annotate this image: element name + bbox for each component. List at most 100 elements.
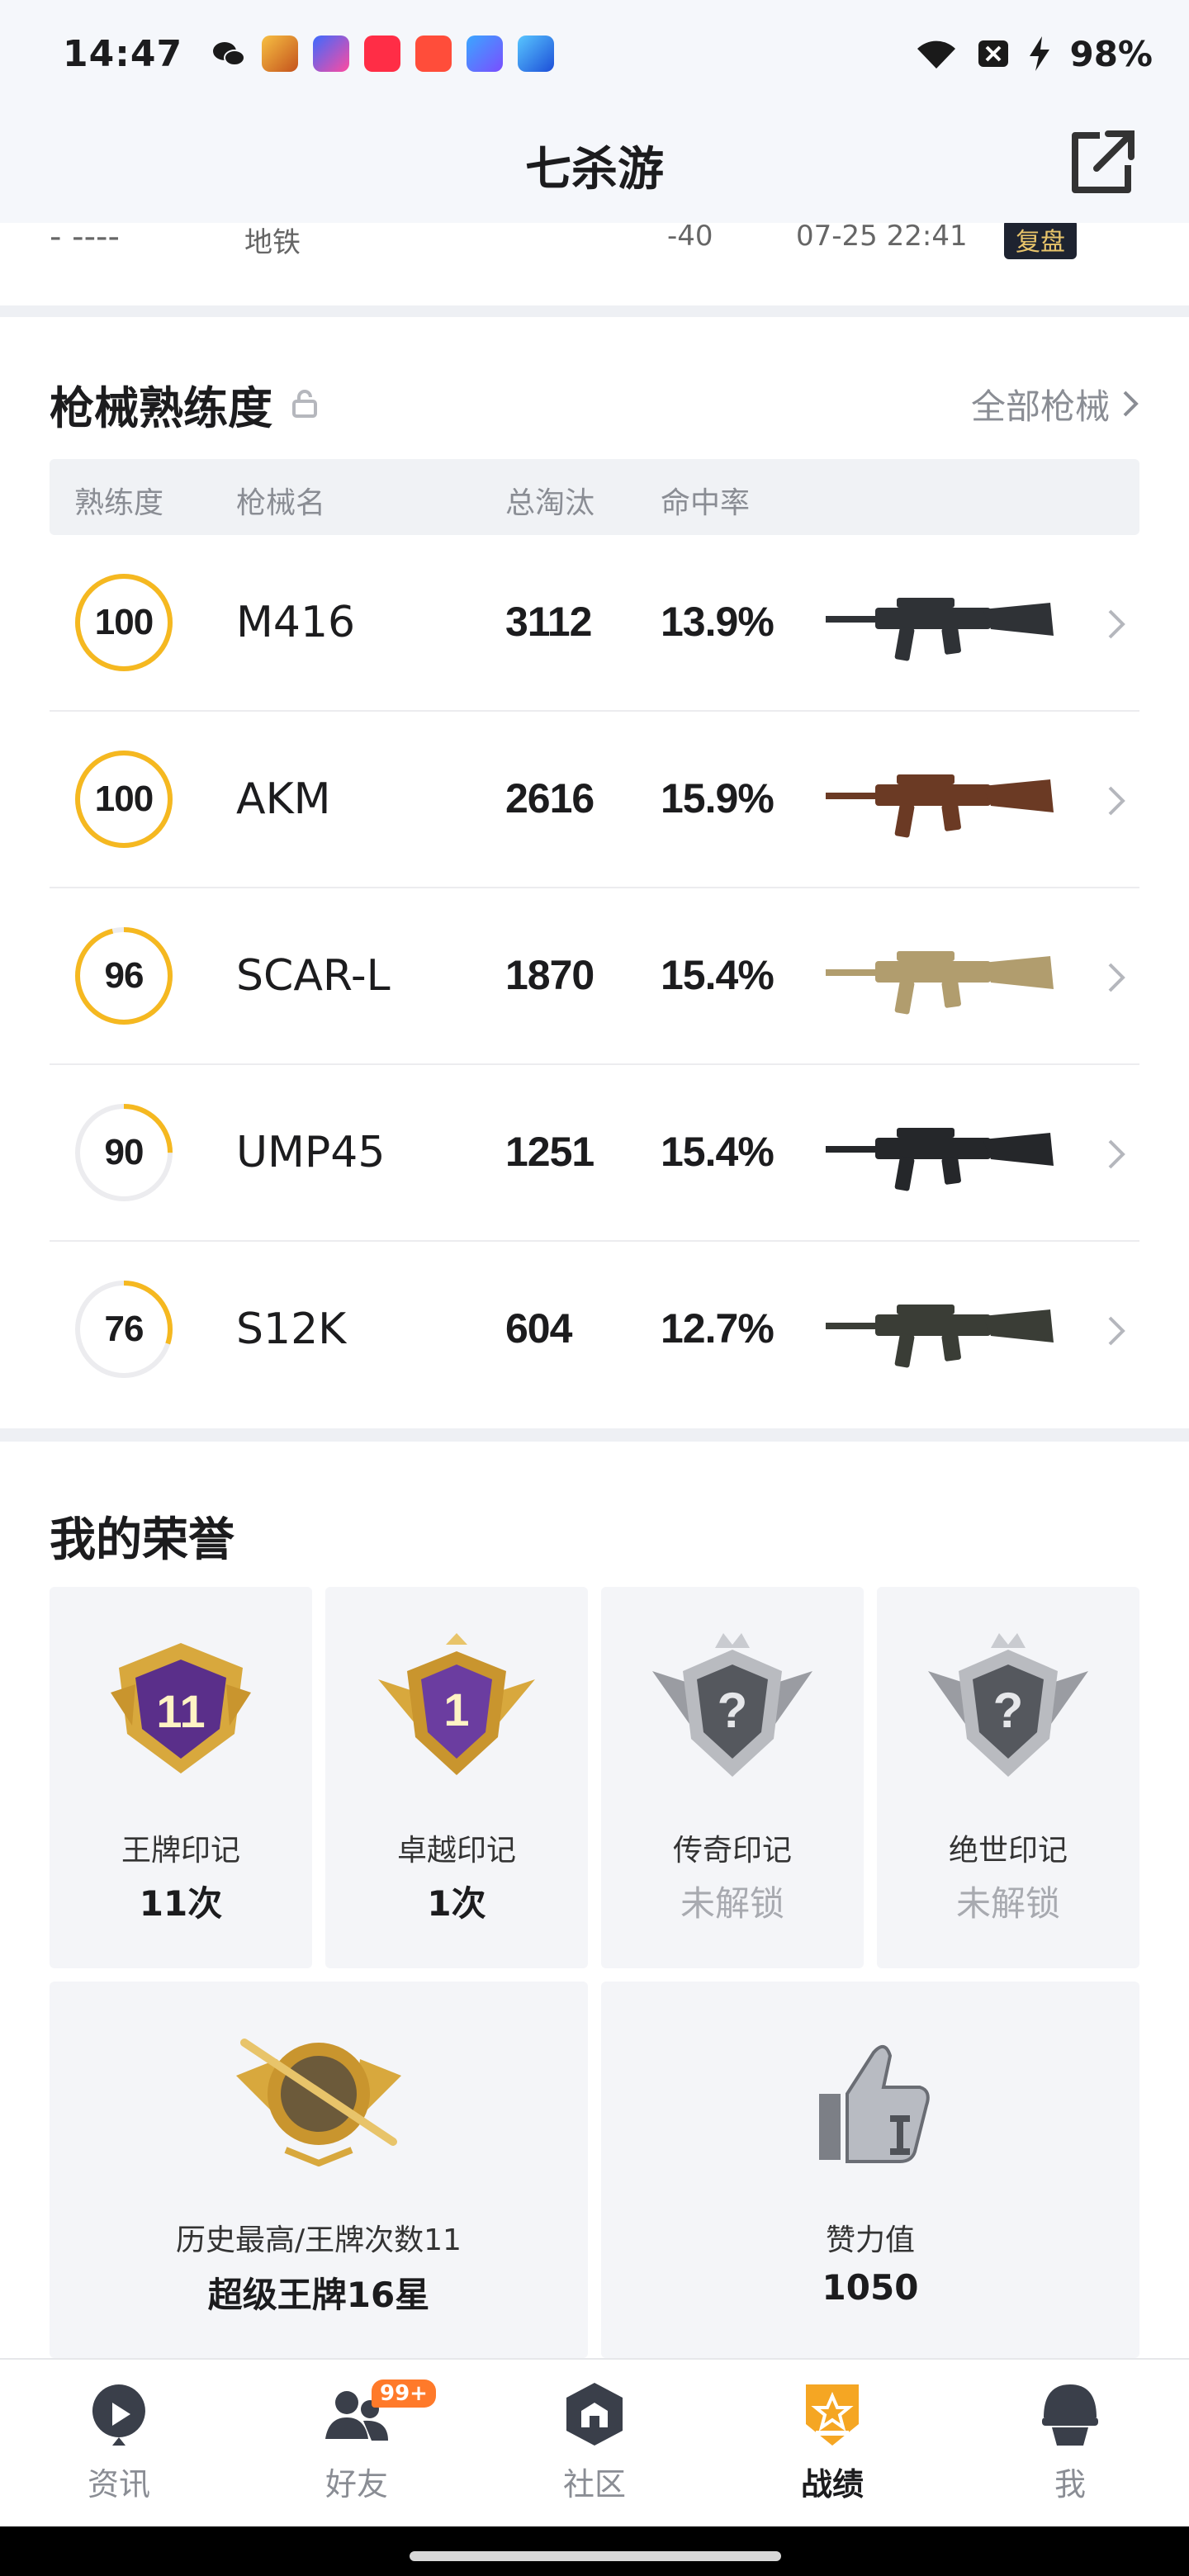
weapon-row[interactable]: 76 S12K 604 12.7%	[50, 1242, 1139, 1418]
weapon-kills: 1251	[505, 1129, 594, 1175]
app-icon-2	[313, 36, 350, 72]
chevron-right-icon	[1108, 786, 1125, 816]
mastery-value: 90	[104, 1132, 144, 1172]
community-icon	[566, 2383, 623, 2446]
honor-name: 赞力值	[825, 2223, 915, 2257]
weapon-image-icon	[826, 598, 1054, 661]
svg-text:?: ?	[993, 1683, 1024, 1738]
honor-highest-rank[interactable]: 历史最高/王牌次数11 超级王牌16星	[50, 1982, 588, 2358]
game-icon-1	[467, 36, 504, 72]
honor-value: 11次	[139, 1883, 223, 1924]
honor-name: 传奇印记	[672, 1834, 792, 1868]
all-weapons-label: 全部枪械	[970, 386, 1110, 427]
match-time: 07-25 22:41	[796, 223, 968, 253]
weapon-image-icon	[826, 1128, 1054, 1191]
rank-emblem-icon	[236, 2039, 401, 2166]
weapon-image-icon	[826, 1305, 1054, 1368]
honor-value: 1次	[427, 1883, 486, 1924]
honor-name: 历史最高/王牌次数11	[176, 2223, 462, 2257]
chevron-right-icon	[1108, 1139, 1125, 1169]
sim-off-icon	[978, 40, 1009, 67]
weapon-name: S12K	[236, 1305, 347, 1354]
honor-name: 绝世印记	[948, 1834, 1068, 1868]
weapon-kills: 604	[505, 1305, 572, 1352]
nav-label: 战绩	[800, 2466, 864, 2503]
honor-value: 超级王牌16星	[207, 2275, 430, 2315]
svg-text:?: ?	[718, 1683, 748, 1738]
weapon-image-icon	[826, 951, 1054, 1015]
replay-badge[interactable]: 复盘	[1004, 223, 1077, 259]
thumbs-up-icon	[819, 2045, 930, 2163]
charging-icon	[1030, 36, 1050, 71]
share-icon[interactable]	[1063, 125, 1139, 201]
all-weapons-link[interactable]: 全部枪械	[971, 379, 1139, 429]
mastery-value: 100	[94, 779, 154, 819]
nav-community[interactable]: 社区	[512, 2379, 677, 2520]
honor-value: 未解锁	[955, 1883, 1060, 1924]
rank-dashes: - ----	[50, 223, 120, 256]
svg-text:11: 11	[156, 1685, 205, 1737]
weapon-accuracy: 15.9%	[661, 775, 775, 822]
friends-badge: 99+	[372, 2379, 436, 2408]
partial-match-row[interactable]: - ---- 地铁 -40 07-25 22:41 复盘	[0, 223, 1189, 305]
weapon-kills: 3112	[505, 599, 592, 645]
weapon-accuracy: 12.7%	[661, 1305, 775, 1352]
lock-icon	[292, 390, 317, 418]
nav-label: 我	[1054, 2466, 1086, 2503]
honor-ace-mark[interactable]: 11 王牌印记 11次	[50, 1587, 312, 1968]
nav-profile[interactable]: 我	[988, 2379, 1153, 2520]
honor-name: 卓越印记	[396, 1834, 516, 1868]
weapon-name: AKM	[236, 774, 331, 824]
chevron-right-icon	[1108, 1316, 1125, 1346]
ace-emblem-icon: 11	[111, 1643, 251, 1773]
weapon-kills: 2616	[505, 775, 594, 822]
weapon-row[interactable]: 96 SCAR-L 1870 15.4%	[50, 888, 1139, 1065]
honor-name: 王牌印记	[121, 1834, 240, 1868]
weapon-row[interactable]: 100 AKM 2616 15.9%	[50, 712, 1139, 888]
weapon-name: M416	[236, 598, 356, 647]
match-score: -40	[667, 223, 713, 253]
honors-title: 我的荣誉	[50, 1513, 234, 1567]
match-row: - ---- 地铁 -40 07-25 22:41 复盘	[0, 223, 1189, 289]
nav-friends[interactable]: 99+ 好友	[274, 2379, 439, 2520]
col-accuracy: 命中率	[661, 486, 751, 520]
nav-news[interactable]: 资讯	[36, 2379, 201, 2520]
game-icon-2	[518, 36, 555, 72]
wechat-icon	[213, 42, 246, 66]
weapon-accuracy: 15.4%	[661, 1129, 775, 1175]
wifi-icon	[917, 40, 956, 69]
mastery-value: 100	[94, 602, 154, 642]
honors-card: 我的荣誉 11 王牌印记 11次 1 卓越印记 1次 ? 传奇印记 未解锁 ? …	[0, 1442, 1189, 2358]
weapon-mastery-card: 枪械熟练度 全部枪械 熟练度 枪械名 总淘汰 命中率 100 M416 3112 13…	[0, 317, 1189, 1428]
col-name: 枪械名	[236, 486, 326, 520]
match-map: 地铁	[244, 226, 301, 259]
weapon-section-header: 枪械熟练度 全部枪械	[50, 367, 1139, 441]
video-icon	[415, 36, 452, 72]
record-icon	[806, 2384, 859, 2446]
weapon-row[interactable]: 90 UMP45 1251 15.4%	[50, 1065, 1139, 1242]
chevron-right-icon	[1108, 963, 1125, 992]
app-icon-1	[262, 36, 299, 72]
weapon-section-title: 枪械熟练度	[50, 381, 272, 434]
honor-value: 1050	[822, 2267, 919, 2308]
honor-unrivaled-mark[interactable]: ? 绝世印记 未解锁	[877, 1587, 1139, 1968]
weapon-row[interactable]: 100 M416 3112 13.9%	[50, 535, 1139, 712]
honor-excellence-mark[interactable]: 1 卓越印记 1次	[325, 1587, 588, 1968]
honor-legend-mark[interactable]: ? 传奇印记 未解锁	[601, 1587, 864, 1968]
status-bar: 14:47 98%	[0, 0, 1189, 107]
honor-praise-value[interactable]: 赞力值 1050	[601, 1982, 1139, 2358]
notification-icons	[211, 36, 555, 72]
weapon-name: SCAR-L	[236, 951, 391, 1001]
weapon-name: UMP45	[236, 1128, 386, 1177]
mastery-value: 96	[104, 955, 144, 996]
news-icon	[92, 2384, 145, 2446]
honor-value: 未解锁	[680, 1883, 784, 1924]
home-indicator[interactable]	[410, 2551, 781, 2561]
nav-record[interactable]: 战绩	[750, 2379, 915, 2520]
weapon-accuracy: 13.9%	[661, 599, 775, 645]
svg-text:1: 1	[443, 1683, 469, 1735]
battery-level: 98%	[1069, 33, 1153, 74]
chevron-right-icon	[1108, 609, 1125, 639]
app-screen: 14:47 98% 七杀游 - ---- 地铁 -40 07-25 22:41 …	[0, 0, 1189, 2576]
music-icon	[364, 36, 401, 72]
